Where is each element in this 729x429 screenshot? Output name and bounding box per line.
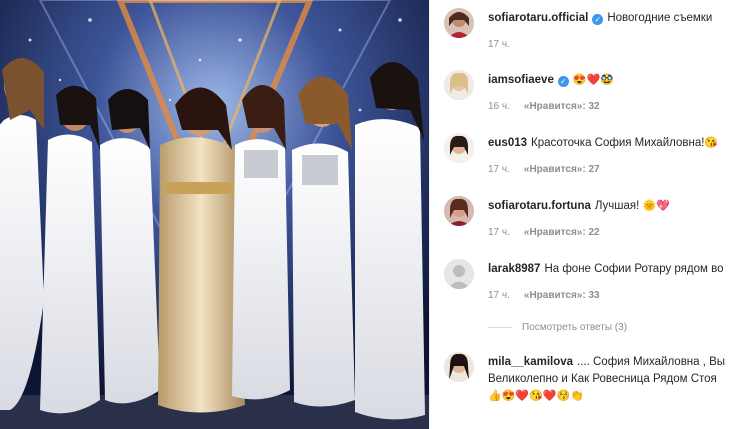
comment-emojis: 😍❤️🥸 xyxy=(572,74,614,86)
comment-username[interactable]: iamsofiaeve xyxy=(488,74,554,86)
comment-emojis: 😘 xyxy=(704,137,719,149)
avatar[interactable] xyxy=(444,352,474,382)
comment-likes[interactable]: «Нравится»: 32 xyxy=(524,101,600,112)
avatar[interactable] xyxy=(444,133,474,163)
comment-time[interactable]: 16 ч. xyxy=(488,101,510,112)
post-caption: Новогодние съемки xyxy=(607,12,713,24)
photo-illustration xyxy=(0,0,429,429)
comment-likes[interactable]: «Нравится»: 33 xyxy=(524,290,600,301)
comment-meta: 17 ч. «Нравится»: 22 xyxy=(488,227,600,238)
post-time: 17 ч. xyxy=(488,39,510,50)
view-replies-button[interactable]: Посмотреть ответы (3) xyxy=(488,322,627,333)
comment-time[interactable]: 17 ч. xyxy=(488,290,510,301)
comment-text: На фоне Софии Ротару рядом во xyxy=(544,263,724,275)
comment-likes[interactable]: «Нравится»: 27 xyxy=(524,164,600,175)
comment-emojis: 🌞💖 xyxy=(642,200,670,212)
comment-time[interactable]: 17 ч. xyxy=(488,164,510,175)
comment-meta: 16 ч. «Нравится»: 32 xyxy=(488,101,600,112)
avatar[interactable] xyxy=(444,196,474,226)
comments-panel: sofiarotaru.official ✓ Новогодние съемки 1… xyxy=(429,0,729,429)
comment-text: .... София Михайловна , Вы xyxy=(577,356,726,368)
comment-meta: 17 ч. «Нравится»: 33 xyxy=(488,290,600,301)
comment-text-line2: Великолепно и Как Ровесница Рядом Стоя xyxy=(488,373,717,385)
verified-badge-icon: ✓ xyxy=(592,14,604,25)
comment-meta: 17 ч. «Нравится»: 27 xyxy=(488,164,600,175)
post-author[interactable]: sofiarotaru.official xyxy=(488,12,588,24)
comment-emojis: 👍😍❤️😘❤️😚👏 xyxy=(488,390,584,402)
avatar[interactable] xyxy=(444,70,474,100)
post-timestamp[interactable]: 17 ч. xyxy=(488,39,510,50)
comment-username[interactable]: sofiarotaru.fortuna xyxy=(488,200,591,212)
replies-divider xyxy=(488,326,512,328)
view-replies-label: Посмотреть ответы (3) xyxy=(522,322,628,333)
comment-text: Красоточка София Михайловна! xyxy=(531,137,705,149)
verified-badge-icon: ✓ xyxy=(557,76,569,87)
comment-time[interactable]: 17 ч. xyxy=(488,227,510,238)
default-avatar-icon[interactable] xyxy=(444,259,474,289)
comment-text: Лучшая! xyxy=(594,200,640,212)
comment-username[interactable]: larak8987 xyxy=(488,263,540,275)
comment-username[interactable]: mila__kamilova xyxy=(488,356,573,368)
avatar[interactable] xyxy=(444,8,474,38)
comment-username[interactable]: eus013 xyxy=(488,137,527,149)
comment-likes[interactable]: «Нравится»: 22 xyxy=(524,227,600,238)
post-photo[interactable] xyxy=(0,0,429,429)
